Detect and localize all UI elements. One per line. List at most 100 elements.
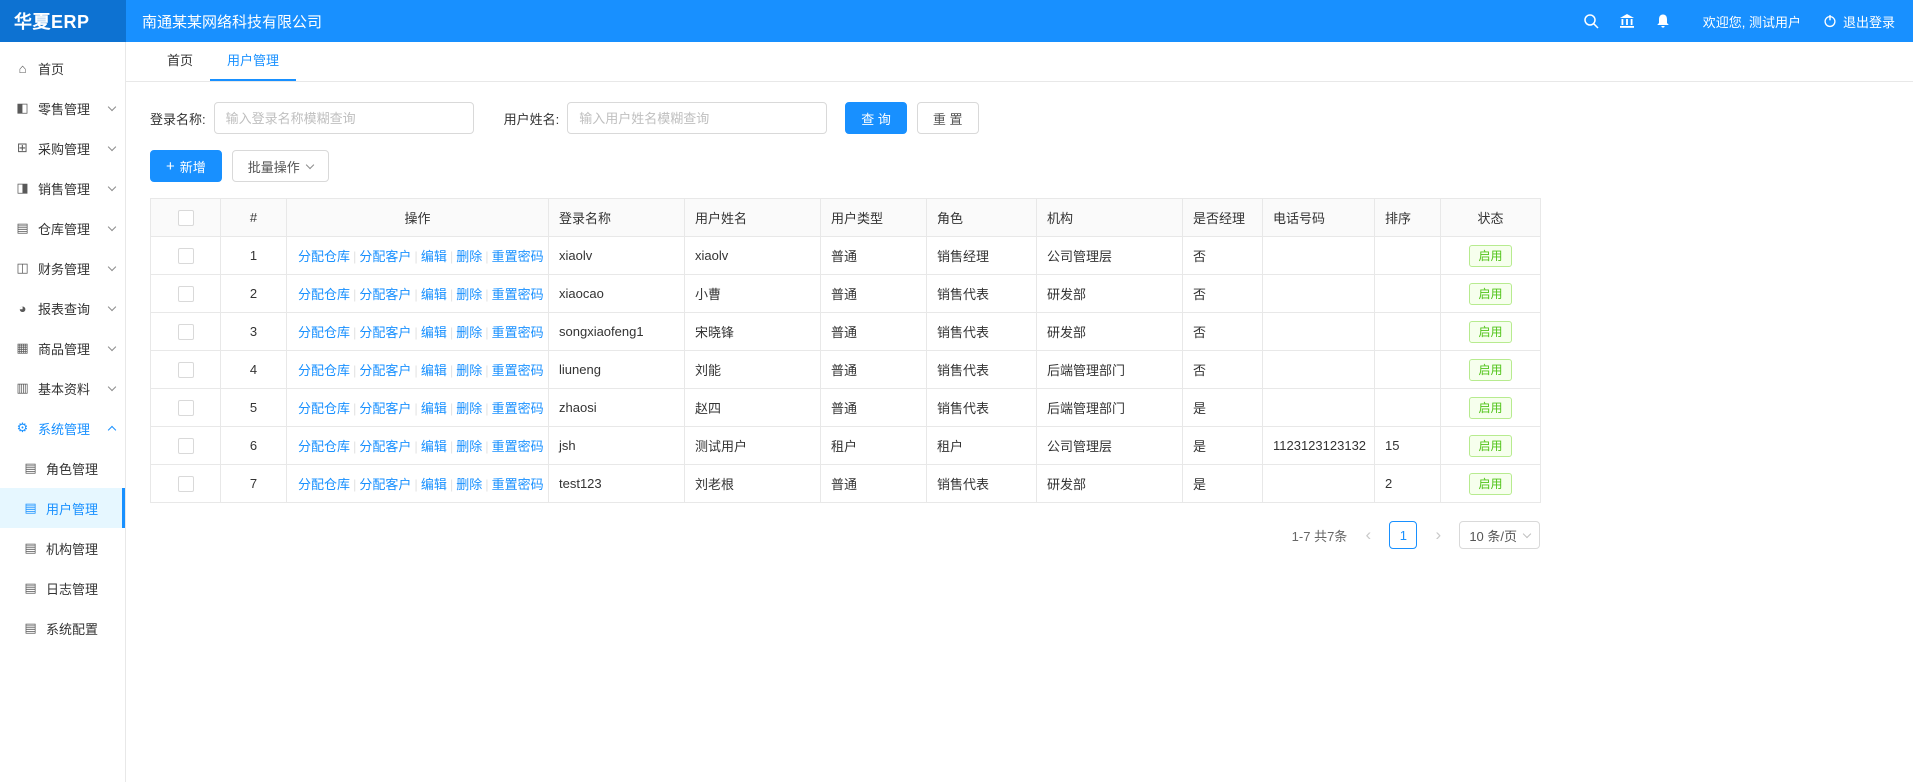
- sidebar-item-role-management[interactable]: ▤ 角色管理: [0, 448, 125, 488]
- action-delete[interactable]: 删除: [456, 401, 482, 416]
- bank-icon[interactable]: [1609, 0, 1645, 42]
- row-checkbox[interactable]: [178, 438, 194, 454]
- prev-page-button[interactable]: ‹: [1355, 522, 1381, 548]
- action-edit[interactable]: 编辑: [421, 249, 447, 264]
- login-name-input[interactable]: [214, 102, 474, 134]
- row-actions: 分配仓库|分配客户|编辑|删除|重置密码: [287, 237, 549, 275]
- cell-phone: [1263, 351, 1375, 389]
- plus-icon: +: [166, 159, 175, 174]
- sidebar-item-finance[interactable]: ◫ 财务管理: [0, 248, 125, 288]
- sidebar-item-purchase[interactable]: ⊞ 采购管理: [0, 128, 125, 168]
- action-assign-customer[interactable]: 分配客户: [359, 401, 411, 416]
- sidebar-item-system-config[interactable]: ▤ 系统配置: [0, 608, 125, 648]
- sidebar-item-label: 首页: [38, 59, 64, 78]
- sidebar-item-warehouse[interactable]: ▤ 仓库管理: [0, 208, 125, 248]
- sidebar-item-home[interactable]: ⌂ 首页: [0, 48, 125, 88]
- action-delete[interactable]: 删除: [456, 249, 482, 264]
- action-reset-password[interactable]: 重置密码: [492, 325, 544, 340]
- select-all-checkbox[interactable]: [178, 210, 194, 226]
- document-icon: ▤: [23, 580, 38, 596]
- sidebar-item-report[interactable]: ◕ 报表查询: [0, 288, 125, 328]
- chevron-up-icon: [108, 425, 116, 433]
- sidebar-item-org-management[interactable]: ▤ 机构管理: [0, 528, 125, 568]
- sidebar-item-label: 采购管理: [38, 139, 90, 158]
- action-reset-password[interactable]: 重置密码: [492, 249, 544, 264]
- tab-user-management[interactable]: 用户管理: [210, 42, 296, 81]
- action-edit[interactable]: 编辑: [421, 477, 447, 492]
- welcome-user[interactable]: 欢迎您, 测试用户: [1703, 12, 1801, 31]
- cell-user-name: 赵四: [685, 389, 821, 427]
- action-assign-customer[interactable]: 分配客户: [359, 477, 411, 492]
- cell-user-name: 刘老根: [685, 465, 821, 503]
- action-assign-customer[interactable]: 分配客户: [359, 287, 411, 302]
- action-reset-password[interactable]: 重置密码: [492, 287, 544, 302]
- row-checkbox[interactable]: [178, 400, 194, 416]
- sidebar-item-label: 基本资料: [38, 379, 90, 398]
- action-separator: |: [450, 401, 453, 416]
- row-checkbox[interactable]: [178, 324, 194, 340]
- pagination-total: 1-7 共7条: [1292, 526, 1348, 545]
- action-delete[interactable]: 删除: [456, 287, 482, 302]
- next-page-button[interactable]: ›: [1425, 522, 1451, 548]
- sidebar-item-retail[interactable]: ◧ 零售管理: [0, 88, 125, 128]
- row-number: 4: [221, 351, 287, 389]
- action-delete[interactable]: 删除: [456, 325, 482, 340]
- sidebar-item-user-management[interactable]: ▤ 用户管理: [0, 488, 125, 528]
- action-assign-customer[interactable]: 分配客户: [359, 363, 411, 378]
- search-icon[interactable]: [1573, 0, 1609, 42]
- sidebar-item-log-management[interactable]: ▤ 日志管理: [0, 568, 125, 608]
- row-checkbox[interactable]: [178, 362, 194, 378]
- action-assign-customer[interactable]: 分配客户: [359, 439, 411, 454]
- row-checkbox[interactable]: [178, 286, 194, 302]
- sidebar-item-system[interactable]: ⚙ 系统管理: [0, 408, 125, 448]
- action-delete[interactable]: 删除: [456, 363, 482, 378]
- search-button[interactable]: 查 询: [845, 102, 907, 134]
- document-icon: ▤: [23, 460, 38, 476]
- action-assign-warehouse[interactable]: 分配仓库: [298, 249, 350, 264]
- action-reset-password[interactable]: 重置密码: [492, 363, 544, 378]
- action-assign-warehouse[interactable]: 分配仓库: [298, 401, 350, 416]
- user-name-input[interactable]: [567, 102, 827, 134]
- chevron-down-icon: [108, 302, 116, 310]
- tab-home[interactable]: 首页: [150, 42, 210, 81]
- action-assign-warehouse[interactable]: 分配仓库: [298, 363, 350, 378]
- app-logo[interactable]: 华夏ERP: [0, 0, 126, 42]
- document-icon: ▤: [23, 540, 38, 556]
- action-edit[interactable]: 编辑: [421, 287, 447, 302]
- chevron-down-icon: [108, 222, 116, 230]
- sidebar-item-sales[interactable]: ◨ 销售管理: [0, 168, 125, 208]
- action-assign-customer[interactable]: 分配客户: [359, 249, 411, 264]
- reset-button[interactable]: 重 置: [917, 102, 979, 134]
- action-assign-warehouse[interactable]: 分配仓库: [298, 325, 350, 340]
- action-edit[interactable]: 编辑: [421, 439, 447, 454]
- batch-actions-button[interactable]: 批量操作: [232, 150, 329, 182]
- action-separator: |: [450, 439, 453, 454]
- action-reset-password[interactable]: 重置密码: [492, 477, 544, 492]
- sidebar-item-basic-data[interactable]: ▥ 基本资料: [0, 368, 125, 408]
- cell-is-manager: 否: [1183, 237, 1263, 275]
- action-delete[interactable]: 删除: [456, 439, 482, 454]
- action-edit[interactable]: 编辑: [421, 363, 447, 378]
- action-assign-warehouse[interactable]: 分配仓库: [298, 287, 350, 302]
- row-checkbox[interactable]: [178, 248, 194, 264]
- cell-role: 销售代表: [927, 389, 1037, 427]
- action-edit[interactable]: 编辑: [421, 325, 447, 340]
- cell-phone: 1123123123132: [1263, 427, 1375, 465]
- action-assign-warehouse[interactable]: 分配仓库: [298, 439, 350, 454]
- action-reset-password[interactable]: 重置密码: [492, 401, 544, 416]
- page-size-select[interactable]: 10 条/页: [1459, 521, 1540, 549]
- sidebar-item-goods[interactable]: ▦ 商品管理: [0, 328, 125, 368]
- document-icon: ▤: [23, 620, 38, 636]
- bell-icon[interactable]: [1645, 0, 1681, 42]
- cell-sort: [1375, 313, 1441, 351]
- action-reset-password[interactable]: 重置密码: [492, 439, 544, 454]
- action-assign-customer[interactable]: 分配客户: [359, 325, 411, 340]
- page-number-button[interactable]: 1: [1389, 521, 1417, 549]
- action-assign-warehouse[interactable]: 分配仓库: [298, 477, 350, 492]
- row-checkbox[interactable]: [178, 476, 194, 492]
- action-edit[interactable]: 编辑: [421, 401, 447, 416]
- status-badge: 启用: [1469, 473, 1511, 495]
- action-delete[interactable]: 删除: [456, 477, 482, 492]
- logout-button[interactable]: 退出登录: [1823, 12, 1895, 31]
- add-user-button[interactable]: + 新增: [150, 150, 222, 182]
